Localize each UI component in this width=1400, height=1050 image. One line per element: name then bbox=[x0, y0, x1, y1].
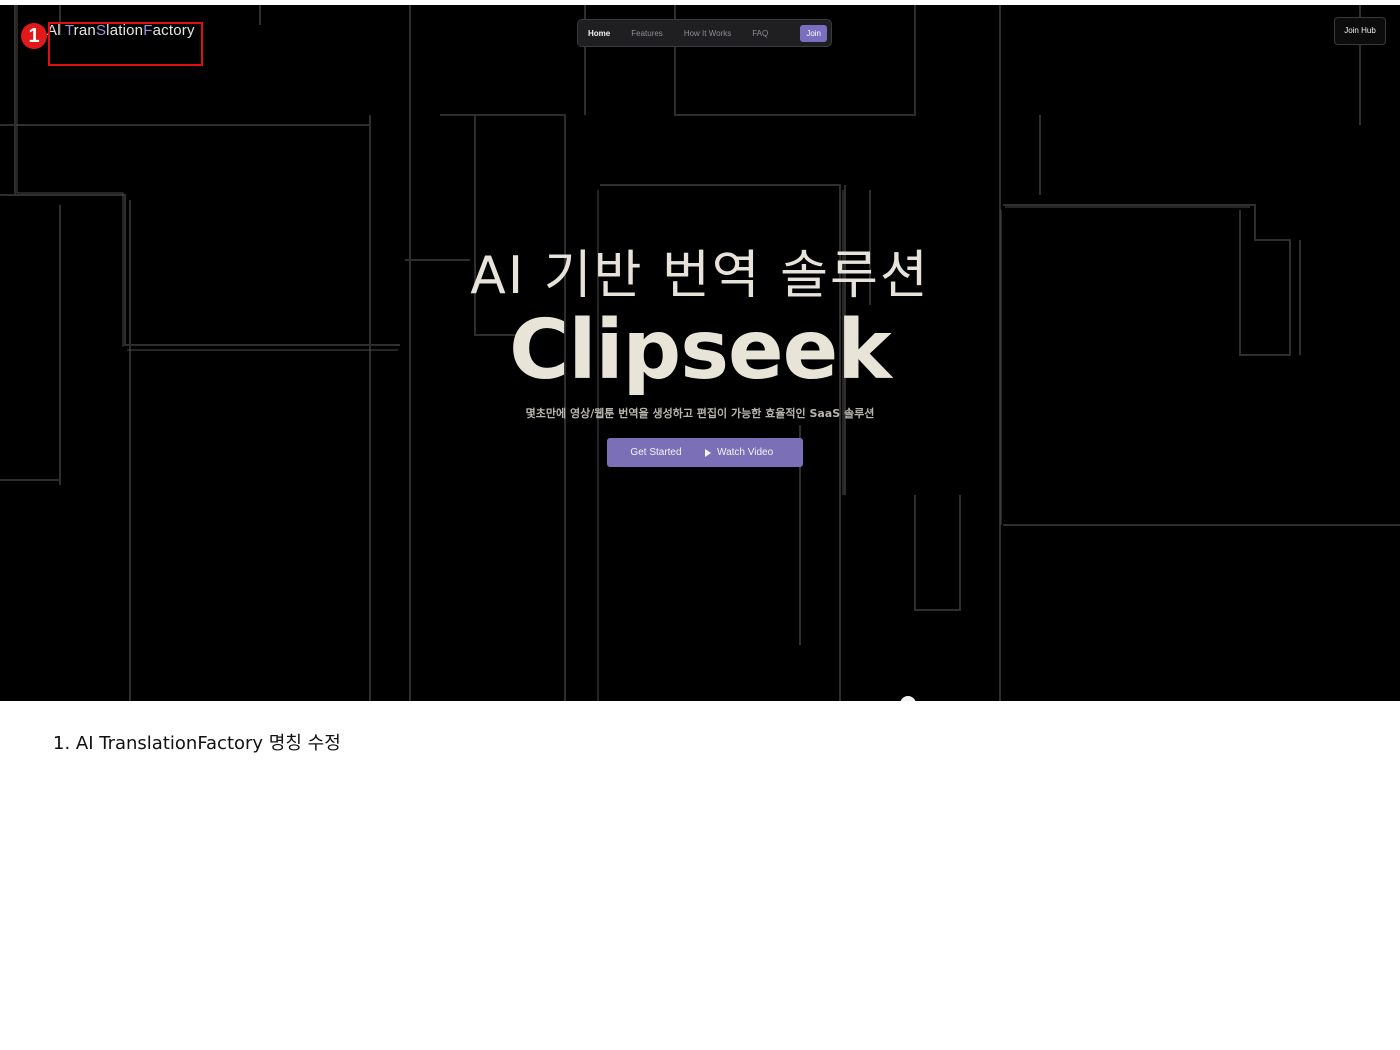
logo-part: S bbox=[95, 22, 107, 39]
hero-brand-title: Clipseek bbox=[509, 303, 892, 398]
page: Al TranSlationFactory 1 Home Features Ho… bbox=[0, 0, 1400, 1050]
logo-part: F bbox=[143, 22, 153, 39]
logo-part: Al bbox=[47, 22, 65, 39]
hero-section: Al TranSlationFactory 1 Home Features Ho… bbox=[0, 5, 1400, 701]
watch-video-button[interactable]: Watch Video bbox=[705, 447, 773, 458]
hero-cta-group: Get Started Watch Video bbox=[607, 438, 803, 467]
play-icon bbox=[705, 448, 711, 457]
get-started-button[interactable]: Get Started bbox=[607, 447, 705, 458]
nav-item-home[interactable]: Home bbox=[588, 29, 610, 38]
logo-part: actory bbox=[152, 22, 195, 39]
logo-part: ran bbox=[73, 22, 96, 39]
nav-join-button[interactable]: Join bbox=[800, 24, 827, 42]
hero-headline: AI 기반 번역 솔루션 bbox=[470, 246, 930, 306]
logo[interactable]: Al TranSlationFactory bbox=[47, 22, 195, 39]
logo-part: lation bbox=[106, 22, 144, 39]
top-nav: Home Features How It Works FAQ Join bbox=[577, 19, 832, 47]
nav-item-faq[interactable]: FAQ bbox=[752, 29, 768, 38]
nav-item-features[interactable]: Features bbox=[631, 29, 663, 38]
hero-subtitle: 몇초만에 영상/웹툰 번역을 생성하고 편집이 가능한 효율적인 SaaS 솔루… bbox=[525, 407, 875, 420]
annotation-number-badge: 1 bbox=[21, 23, 47, 49]
watch-video-label: Watch Video bbox=[717, 447, 774, 458]
nav-item-how-it-works[interactable]: How It Works bbox=[684, 29, 731, 38]
join-hub-button[interactable]: Join Hub bbox=[1334, 17, 1386, 45]
logo-part: T bbox=[64, 22, 74, 39]
annotation-caption: 1. AI TranslationFactory 명칭 수정 bbox=[53, 733, 341, 754]
